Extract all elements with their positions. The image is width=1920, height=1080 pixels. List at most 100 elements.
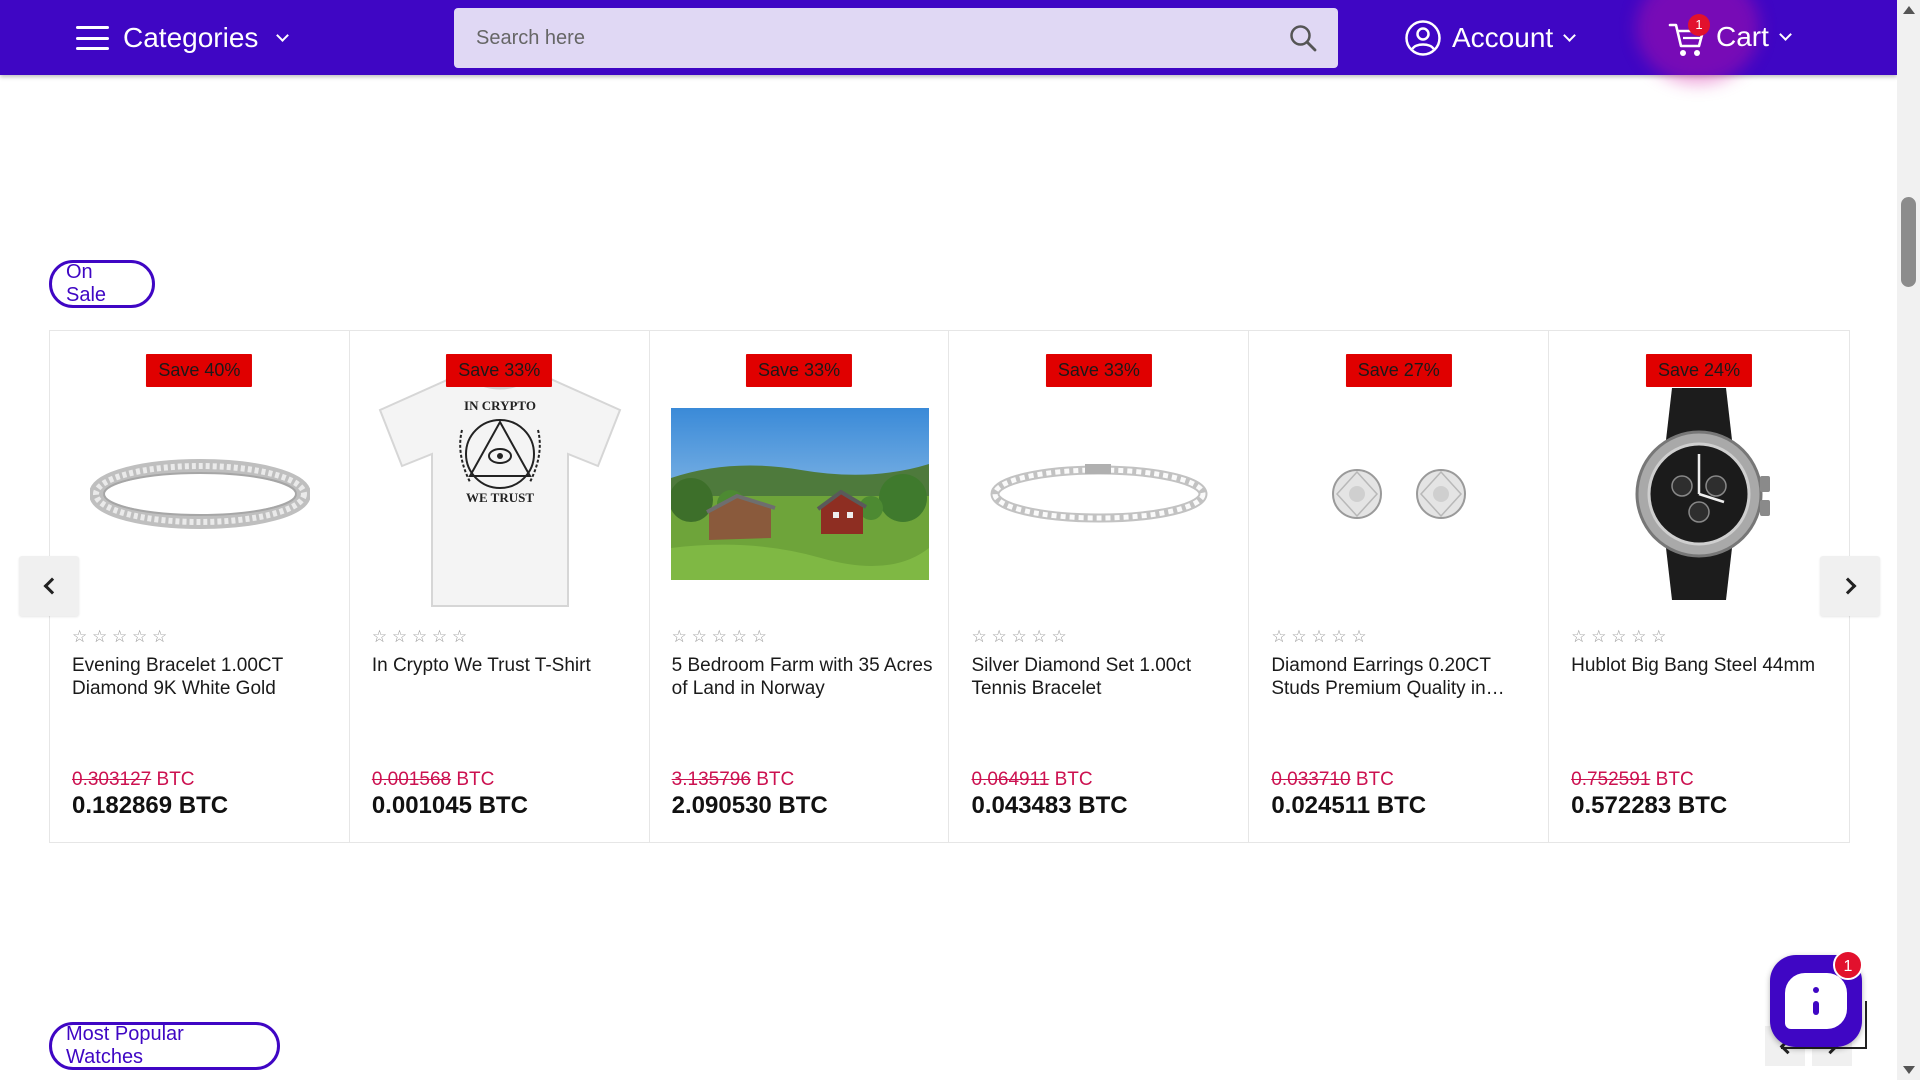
original-price-value: 0.064911	[971, 769, 1050, 790]
cart-label: Cart	[1716, 21, 1769, 52]
product-image[interactable]	[1270, 375, 1528, 613]
star-outline-icon: ☆	[451, 627, 468, 646]
star-outline-icon: ☆	[991, 627, 1007, 646]
star-outline-icon: ☆	[1311, 627, 1327, 646]
product-image[interactable]	[1570, 375, 1828, 613]
tshirt-print-bottom: WE TRUST	[466, 490, 534, 505]
star-outline-icon: ☆	[92, 627, 108, 646]
star-outline-icon: ☆	[671, 627, 687, 646]
chat-bubble-icon	[1785, 973, 1847, 1029]
chevron-left-icon	[43, 577, 60, 595]
cart-button[interactable]: 1 Cart	[1668, 14, 1792, 60]
search-bar	[454, 8, 1338, 68]
sale-price: 0.043483 BTC	[971, 792, 1128, 819]
most-popular-watches-label: Most Popular Watches	[66, 1023, 184, 1068]
star-outline-icon: ☆	[711, 627, 727, 646]
star-outline-icon: ☆	[112, 627, 128, 646]
scroll-down-arrow-icon[interactable]	[1903, 1066, 1915, 1074]
star-outline-icon: ☆	[1651, 627, 1667, 646]
star-outline-icon: ☆	[971, 627, 987, 646]
product-card[interactable]: Save 33% ☆ ☆ ☆ ☆ ☆ Silver Diamond Set 1.00ct…	[949, 331, 1250, 842]
product-title[interactable]: 5 Bedroom Farm with 35 Acres of Land in …	[672, 654, 934, 700]
star-outline-icon: ☆	[72, 627, 88, 646]
original-price: 3.135796 BTC	[672, 769, 795, 791]
on-sale-label: On Sale	[66, 261, 107, 306]
star-outline-icon: ☆	[152, 627, 168, 646]
product-card[interactable]: Save 33% ☆ ☆ ☆ ☆ ☆ 5 Bedroom Farm with 3…	[649, 331, 950, 842]
product-image[interactable]	[71, 375, 329, 613]
star-outline-icon: ☆	[1631, 627, 1647, 646]
star-outline-icon: ☆	[132, 627, 148, 646]
star-outline-icon: ☆	[1011, 627, 1027, 646]
on-sale-section-button[interactable]: On Sale	[49, 260, 155, 308]
original-price: 0.001568 BTC	[372, 769, 495, 791]
star-outline-icon: ☆	[1051, 627, 1067, 646]
product-title[interactable]: Diamond Earrings 0.20CT Studs Premium Qu…	[1271, 654, 1533, 700]
product-title[interactable]: In Crypto We Trust T-Shirt	[372, 654, 634, 677]
star-outline-icon: ☆	[691, 627, 707, 646]
rating-stars: ☆ ☆ ☆ ☆ ☆	[1571, 628, 1669, 646]
hamburger-menu-icon	[76, 26, 109, 50]
product-card[interactable]: Save 33% IN CRYPTO WE TRUST ☆ ☆ ☆ ☆ ☆ In Cry…	[349, 331, 650, 842]
rating-stars: ☆ ☆ ☆ ☆ ☆	[372, 628, 470, 646]
discount-badge: Save 27%	[1345, 354, 1452, 387]
scrollbar-thumb[interactable]	[1901, 197, 1916, 287]
star-outline-icon: ☆	[1591, 627, 1607, 646]
page-scrollbar[interactable]	[1897, 0, 1920, 1080]
star-outline-icon: ☆	[731, 627, 747, 646]
product-image[interactable]	[670, 375, 929, 613]
chat-notification-badge: 1	[1833, 950, 1863, 980]
on-sale-carousel: Save 40% ☆ ☆ ☆ ☆ ☆ Evening Bracelet 1.00CT D…	[49, 330, 1850, 843]
product-card[interactable]: Save 27% ☆ ☆ ☆ ☆ ☆ Diamond Earrings 0.20CT S…	[1249, 331, 1550, 842]
product-title[interactable]: Hublot Big Bang Steel 44mm	[1571, 654, 1833, 677]
sale-price: 2.090530 BTC	[671, 792, 828, 819]
categories-label: Categories	[123, 22, 259, 53]
discount-badge: Save 33%	[746, 354, 853, 387]
star-outline-icon: ☆	[1611, 627, 1627, 646]
star-outline-icon: ☆	[391, 627, 408, 646]
original-price-value: 3.135796	[671, 769, 751, 790]
search-icon[interactable]	[1288, 23, 1318, 53]
tshirt-image: IN CRYPTO WE TRUST	[378, 374, 622, 607]
star-outline-icon: ☆	[1271, 627, 1287, 646]
account-label: Account	[1452, 22, 1554, 53]
product-image[interactable]: IN CRYPTO WE TRUST	[371, 365, 629, 615]
discount-badge: Save 33%	[446, 354, 553, 387]
product-image[interactable]	[970, 375, 1228, 613]
carousel-prev-button[interactable]	[19, 556, 79, 616]
rating-stars: ☆ ☆ ☆ ☆ ☆	[971, 628, 1069, 646]
top-navbar: Categories Account 1 Cart	[0, 0, 1897, 84]
sale-price: 0.572283 BTC	[1571, 792, 1728, 819]
star-outline-icon: ☆	[1291, 627, 1307, 646]
original-price: 0.752591 BTC	[1571, 769, 1694, 791]
chevron-down-icon	[1779, 28, 1792, 41]
earrings-image	[1332, 469, 1467, 519]
chevron-down-icon	[276, 29, 290, 42]
original-price-currency: BTC	[156, 769, 195, 790]
cart-count-badge: 1	[1688, 14, 1710, 36]
chevron-down-icon	[1563, 29, 1577, 42]
star-outline-icon: ☆	[431, 627, 448, 646]
original-price-currency: BTC	[1054, 769, 1093, 790]
product-card[interactable]: Save 24% ☆ ☆ ☆ ☆ ☆ Hublot Big Bang Steel 44m…	[1549, 331, 1849, 842]
original-price-currency: BTC	[1355, 769, 1394, 790]
original-price: 0.064911 BTC	[971, 769, 1092, 791]
chevron-right-icon	[1839, 577, 1856, 595]
carousel-next-button[interactable]	[1820, 556, 1880, 616]
tshirt-print-top: IN CRYPTO	[464, 398, 536, 413]
product-title[interactable]: Evening Bracelet 1.00CT Diamond 9K White…	[72, 654, 334, 700]
star-outline-icon: ☆	[1351, 627, 1367, 646]
account-button[interactable]: Account	[1404, 18, 1577, 58]
categories-button[interactable]: Categories	[76, 18, 290, 58]
discount-badge: Save 33%	[1045, 354, 1152, 387]
original-price-value: 0.001568	[371, 769, 452, 790]
most-popular-watches-section-button[interactable]: Most Popular Watches	[49, 1022, 280, 1070]
bracelet-image	[90, 459, 310, 529]
product-title[interactable]: Silver Diamond Set 1.00ct Tennis Bracele…	[971, 654, 1233, 700]
star-outline-icon: ☆	[1571, 627, 1587, 646]
product-card[interactable]: Save 40% ☆ ☆ ☆ ☆ ☆ Evening Bracelet 1.00CT D…	[50, 331, 350, 842]
info-icon	[1813, 987, 1819, 1015]
scroll-up-arrow-icon[interactable]	[1903, 6, 1915, 14]
search-input[interactable]	[454, 8, 1274, 68]
original-price-value: 0.752591	[1571, 769, 1651, 790]
